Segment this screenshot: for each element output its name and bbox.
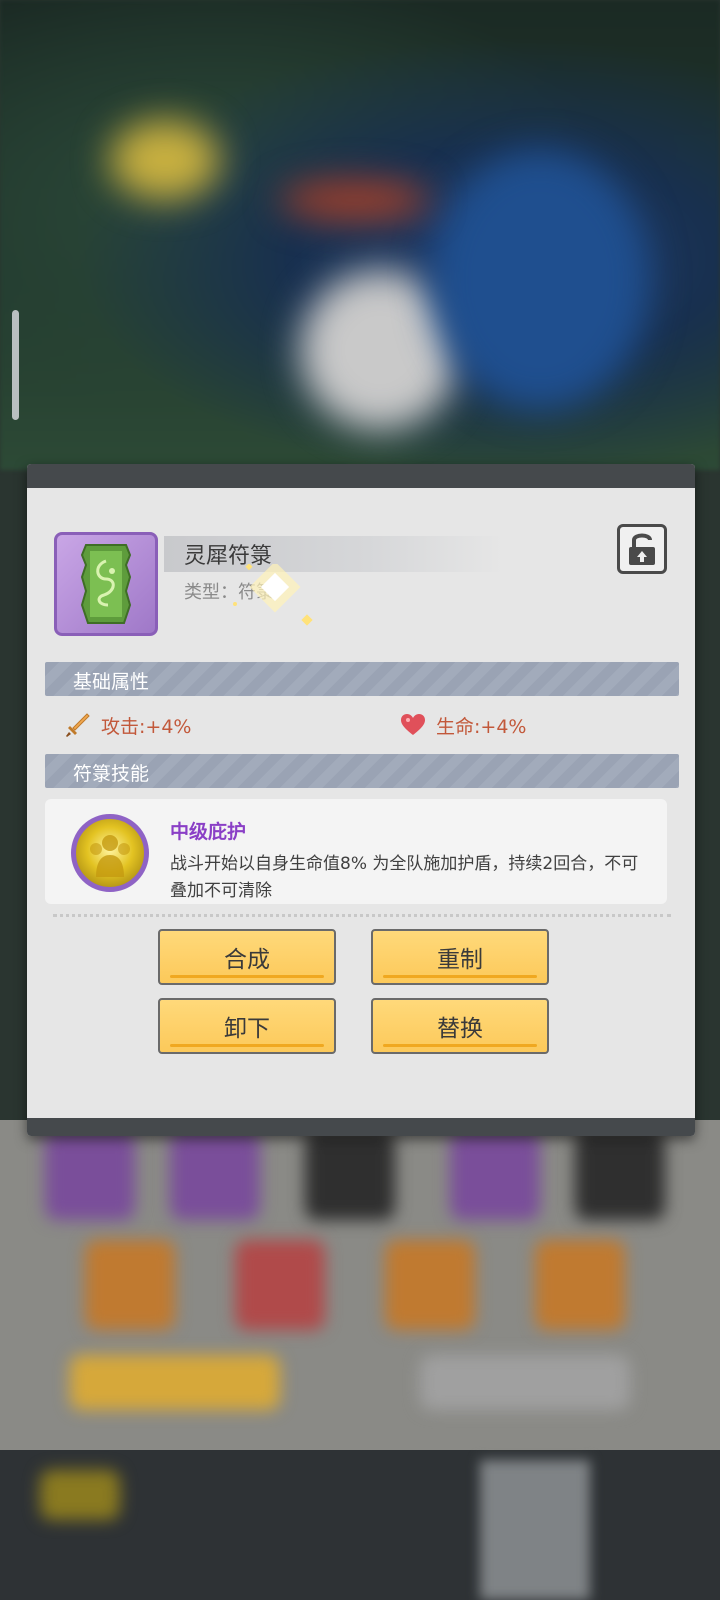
background-slot xyxy=(170,1130,260,1220)
stat-attack: 攻击:+4% xyxy=(65,710,191,740)
sword-icon xyxy=(66,713,90,737)
unlock-icon xyxy=(629,533,655,565)
background-slot xyxy=(45,1130,135,1220)
background-gold-blur xyxy=(110,120,220,200)
background-slot xyxy=(575,1130,665,1220)
dialog-top-border xyxy=(27,464,695,488)
section-skill: 符箓技能 xyxy=(45,754,679,788)
silhouette-icon xyxy=(90,835,130,877)
section-base-attributes: 基础属性 xyxy=(45,662,679,696)
stat-attack-label: 攻击:+4% xyxy=(101,715,192,738)
sparkle-icon xyxy=(233,564,313,626)
dotted-divider xyxy=(53,914,671,917)
item-icon-frame xyxy=(54,532,158,636)
unequip-button[interactable]: 卸下 xyxy=(158,998,336,1054)
lock-toggle-button[interactable] xyxy=(617,524,667,574)
skill-card: 中级庇护 战斗开始以自身生命值8% 为全队施加护盾，持续2回合，不可叠加不可清除 xyxy=(45,799,667,904)
reforge-button[interactable]: 重制 xyxy=(371,929,549,985)
talisman-icon xyxy=(80,544,132,624)
background-slot xyxy=(535,1240,625,1330)
shield-skill-icon xyxy=(71,814,149,892)
skill-name: 中级庇护 xyxy=(170,821,247,843)
background-slot xyxy=(85,1240,175,1330)
stat-hp: 生命:+4% xyxy=(400,710,526,740)
replace-button[interactable]: 替换 xyxy=(371,998,549,1054)
background-slot xyxy=(385,1240,475,1330)
item-detail-dialog: 灵犀符箓 类型：符箓 基础属性 攻击:+4% 生命:+4% 符箓技能 中级庇护 … xyxy=(27,464,695,1136)
stat-hp-label: 生命:+4% xyxy=(436,715,527,738)
background-button xyxy=(420,1355,630,1410)
background-hair-blur xyxy=(430,150,650,410)
side-scroll-handle[interactable] xyxy=(12,310,19,420)
background-slot xyxy=(235,1240,325,1330)
section-title: 符箓技能 xyxy=(73,763,150,785)
section-title: 基础属性 xyxy=(73,671,150,693)
heart-icon xyxy=(401,714,425,735)
background-button xyxy=(70,1355,280,1410)
dialog-bottom-border xyxy=(27,1118,695,1136)
background-slot xyxy=(450,1130,540,1220)
background-red-blur xyxy=(280,180,430,220)
compose-button[interactable]: 合成 xyxy=(158,929,336,985)
background-nav-icon xyxy=(40,1470,120,1520)
background-nav-item xyxy=(480,1460,590,1600)
background-slot xyxy=(305,1130,395,1220)
skill-description: 战斗开始以自身生命值8% 为全队施加护盾，持续2回合，不可叠加不可清除 xyxy=(170,854,639,901)
